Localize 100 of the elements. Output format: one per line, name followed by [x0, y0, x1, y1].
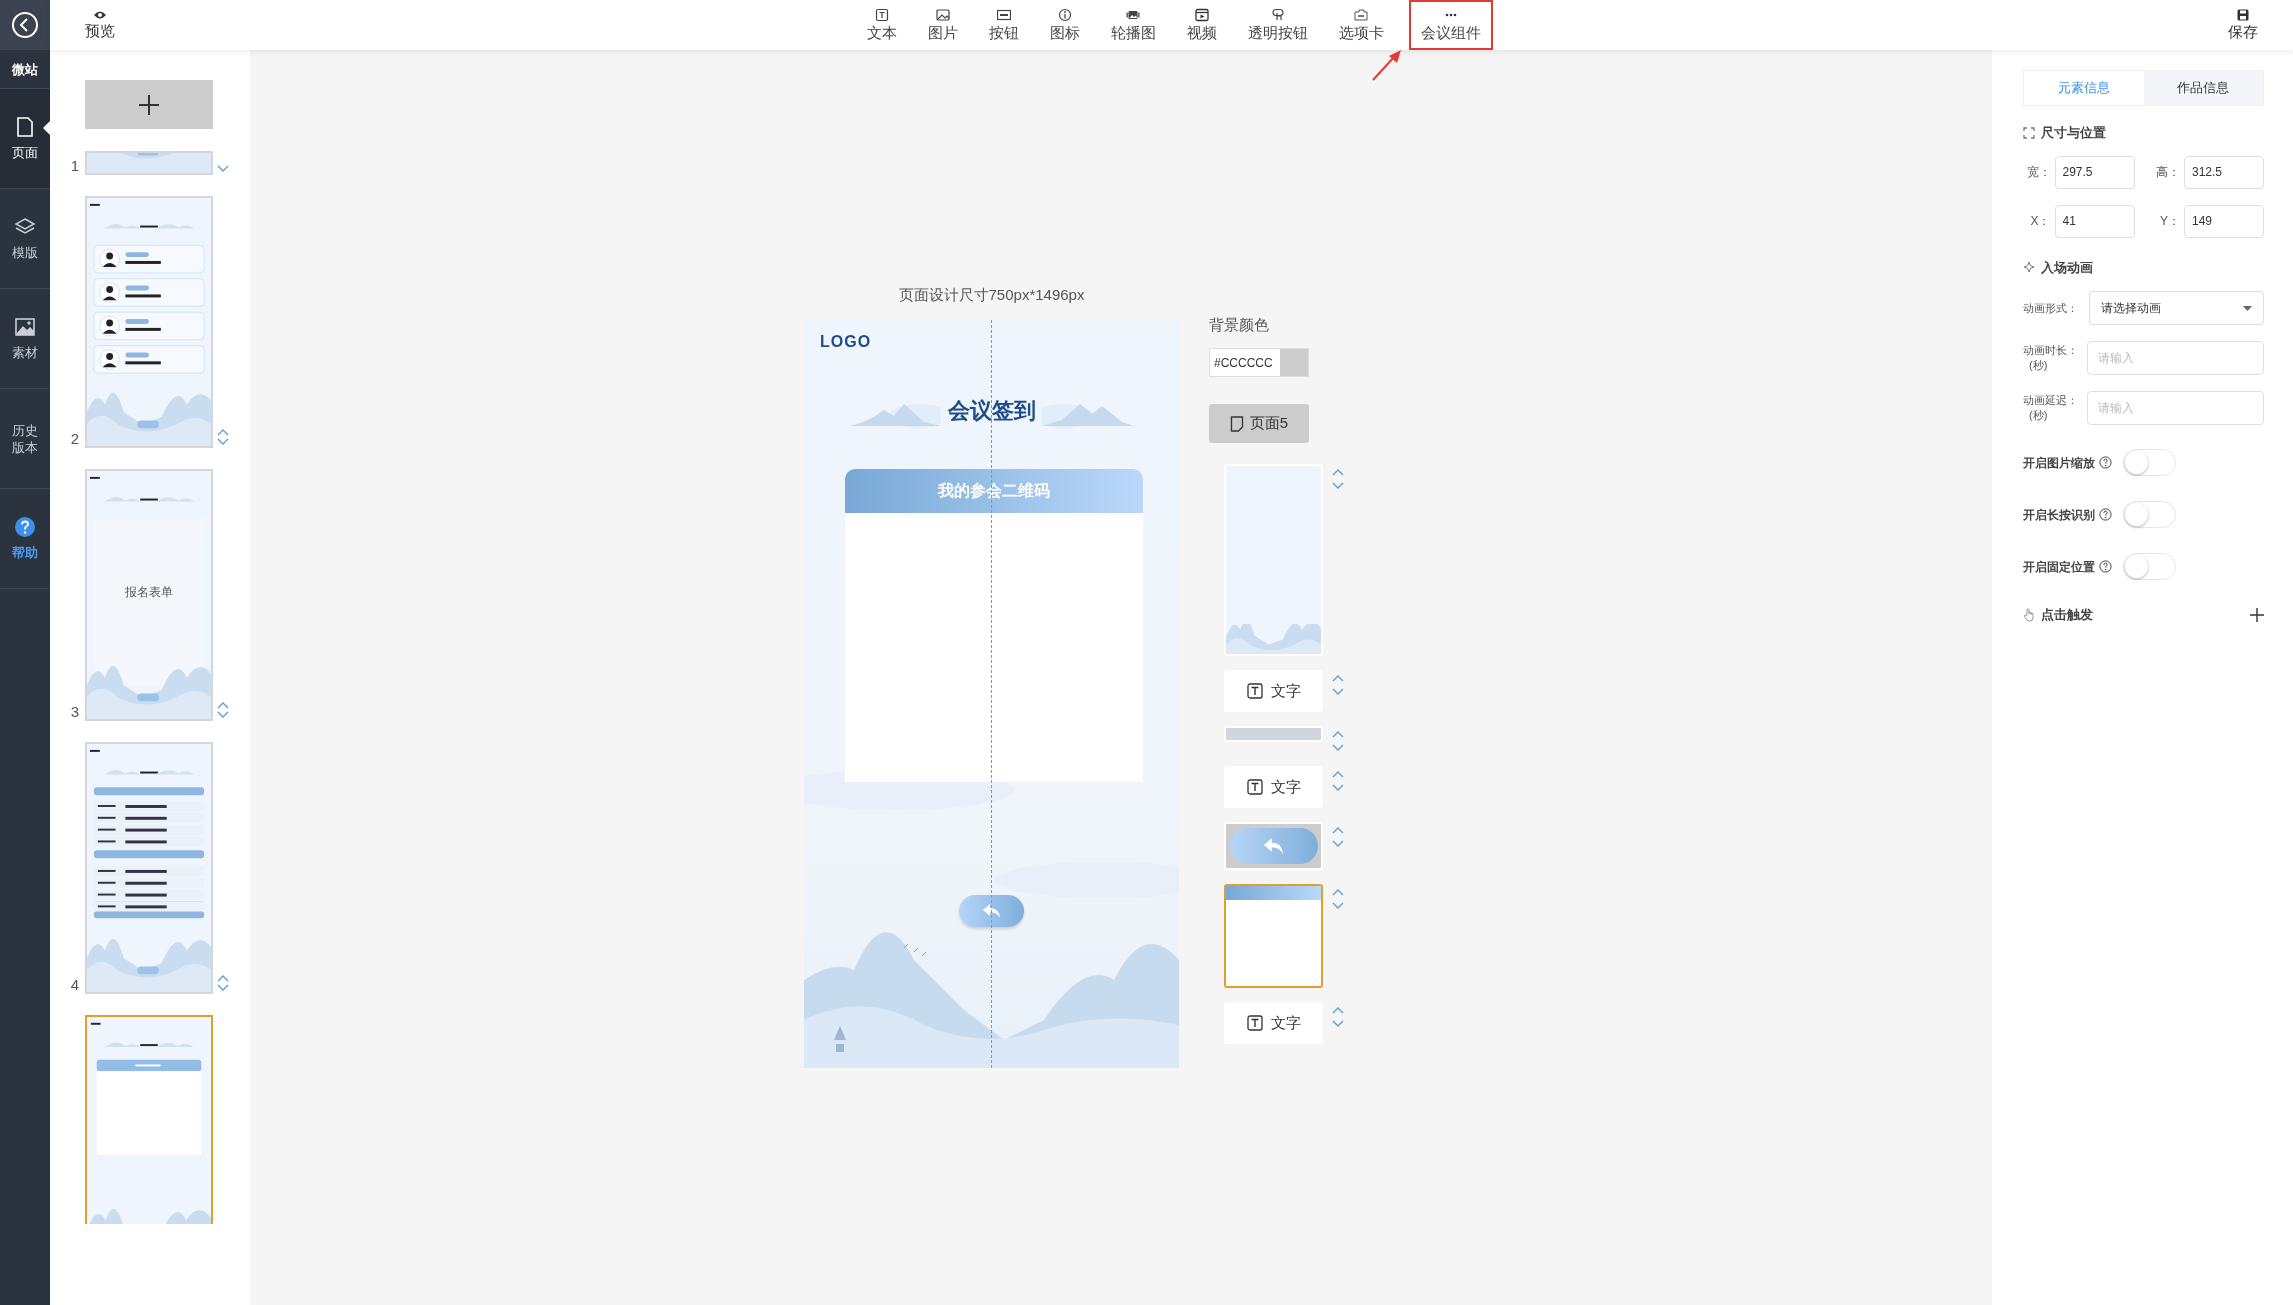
sidebar-item[interactable]: 页面	[0, 89, 50, 189]
page-title: 会议签到	[947, 397, 1036, 425]
move-down-icon[interactable]	[1332, 482, 1344, 490]
field-label: Y：	[2160, 213, 2180, 230]
toolbar-button[interactable]: 按钮	[982, 0, 1025, 50]
save-button[interactable]: 保存	[2223, 9, 2263, 41]
number-field[interactable]: 149	[2184, 204, 2264, 238]
page-number: 3	[70, 703, 79, 721]
panel-tab[interactable]: 作品信息	[2143, 71, 2263, 105]
section-title: 尺寸与位置	[2041, 124, 2106, 142]
caret-icon	[2243, 305, 2252, 311]
toggle-label: 开启图片缩放	[2023, 454, 2095, 472]
toggle-label: 开启长按识别	[2023, 506, 2095, 524]
eye-icon	[93, 10, 107, 20]
page-thumbnail[interactable]: 报名表单	[85, 469, 213, 721]
sparkle-icon	[2023, 261, 2035, 274]
field-label: X：	[2030, 213, 2051, 230]
toggle-label: 开启固定位置	[2023, 558, 2095, 576]
move-down-icon[interactable]	[217, 711, 229, 719]
text-layer[interactable]: 文字	[1224, 1002, 1323, 1044]
toolbar-button[interactable]: 选项卡	[1332, 0, 1390, 50]
toolbar-button[interactable]: 图标	[1043, 0, 1086, 50]
save-icon	[2237, 9, 2249, 21]
help-icon[interactable]	[2099, 456, 2112, 469]
background-layer[interactable]	[1224, 464, 1323, 656]
page-button[interactable]: 页面5	[1209, 404, 1309, 443]
move-down-icon[interactable]	[1332, 744, 1344, 752]
move-up-icon[interactable]	[1332, 770, 1344, 778]
toolbar-button[interactable]: 轮播图	[1104, 0, 1162, 50]
section-title: 入场动画	[2041, 258, 2093, 277]
move-up-icon[interactable]	[1332, 730, 1344, 738]
field-unit: (秒)	[2028, 408, 2048, 423]
add-trigger-icon[interactable]	[2250, 607, 2264, 622]
move-down-icon[interactable]	[1332, 688, 1344, 696]
page-icon	[1229, 415, 1244, 432]
field-unit: (秒)	[2028, 358, 2048, 373]
number-field[interactable]: 41	[2054, 204, 2135, 238]
move-up-icon[interactable]	[217, 428, 229, 436]
preview-button[interactable]: 预览	[80, 10, 120, 40]
move-up-icon[interactable]	[1332, 888, 1344, 896]
text-layer[interactable]: 文字	[1224, 670, 1323, 712]
move-down-icon[interactable]	[217, 165, 229, 173]
gallery-icon	[1126, 8, 1140, 22]
video-icon	[1194, 8, 1209, 22]
button-layer[interactable]	[1224, 822, 1323, 870]
resize-icon	[2023, 126, 2035, 139]
button-icon	[996, 8, 1011, 22]
move-up-icon[interactable]	[1332, 468, 1344, 476]
move-down-icon[interactable]	[1332, 784, 1344, 792]
toolbar-button[interactable]: 图片	[921, 0, 964, 50]
page-number: 4	[70, 976, 79, 994]
image-icon	[14, 316, 36, 338]
color-swatch[interactable]	[1280, 349, 1308, 376]
toolbar-button[interactable]: 透明按钮	[1241, 0, 1314, 50]
move-up-icon[interactable]	[1332, 674, 1344, 682]
toolbar-button[interactable]: 视频	[1180, 0, 1223, 50]
thumbnail-caption: 报名表单	[124, 584, 174, 601]
tap-icon	[1270, 8, 1285, 22]
logo-text: LOGO	[820, 332, 872, 352]
canvas-size-caption: 页面设计尺寸750px*1496px	[897, 285, 1086, 305]
field-label: 动画形式：	[2023, 300, 2078, 316]
help-icon[interactable]	[2099, 508, 2112, 521]
move-up-icon[interactable]	[217, 974, 229, 982]
move-down-icon[interactable]	[217, 984, 229, 992]
section-title: 点击触发	[2041, 606, 2093, 624]
move-down-icon[interactable]	[1332, 902, 1344, 910]
move-up-icon[interactable]	[217, 701, 229, 709]
number-field[interactable]: 312.5	[2184, 155, 2264, 189]
page-icon	[14, 116, 36, 138]
toggle-switch[interactable]	[2123, 553, 2176, 580]
info-icon	[1057, 8, 1072, 22]
text-layer[interactable]: 文字	[1224, 766, 1323, 808]
image-layer[interactable]	[1224, 726, 1323, 742]
card-layer[interactable]	[1224, 884, 1323, 988]
field-label: 动画延迟：	[2023, 393, 2078, 408]
background-color-label: 背景颜色	[1209, 315, 1270, 335]
move-down-icon[interactable]	[217, 438, 229, 446]
move-up-icon[interactable]	[1332, 826, 1344, 834]
toolbar-button[interactable]: 文本	[860, 0, 903, 50]
color-field[interactable]: #CCCCCC	[1209, 348, 1309, 377]
move-down-icon[interactable]	[1332, 840, 1344, 848]
image-icon	[935, 8, 950, 22]
toggle-switch[interactable]	[2123, 449, 2176, 476]
text-icon	[1246, 1015, 1263, 1031]
page-number: 1	[70, 157, 79, 175]
input-field[interactable]: 请输入	[2087, 391, 2264, 425]
field-label: 高：	[2156, 164, 2180, 181]
tab-icon	[1354, 8, 1368, 22]
back-icon[interactable]	[11, 11, 39, 39]
toggle-switch[interactable]	[2123, 501, 2176, 528]
move-up-icon[interactable]	[1332, 1006, 1344, 1014]
help-icon	[14, 516, 36, 538]
help-icon[interactable]	[2099, 560, 2112, 573]
field-label: 宽：	[2026, 164, 2051, 181]
page-number: 2	[70, 430, 79, 448]
animation-select[interactable]: 请选择动画	[2089, 291, 2264, 325]
number-field[interactable]: 297.5	[2054, 155, 2135, 189]
annotation-arrow	[1370, 48, 1403, 82]
move-down-icon[interactable]	[1332, 1020, 1344, 1028]
input-field[interactable]: 请输入	[2087, 341, 2264, 375]
